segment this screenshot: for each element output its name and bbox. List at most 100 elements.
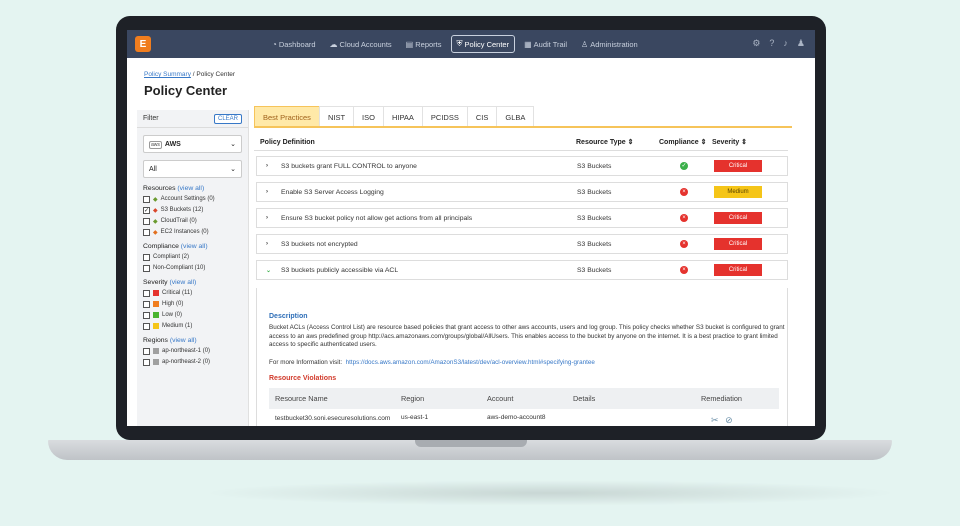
view-all-link[interactable]: (view all) [169, 279, 196, 286]
filter-option[interactable]: Low (0) [143, 311, 248, 319]
scope-select-value: All [149, 165, 157, 173]
breadcrumb-current: / Policy Center [190, 71, 236, 78]
view-all-link[interactable]: (view all) [170, 337, 197, 344]
filter-option[interactable]: ◆ Account Settings (0) [143, 195, 248, 203]
filter-option[interactable]: ✓ ◆ S3 Buckets (12) [143, 206, 248, 214]
more-info-link[interactable]: https://docs.aws.amazon.com/AmazonS3/lat… [346, 359, 595, 366]
x-circle-icon: × [680, 188, 688, 196]
tab-glba[interactable]: GLBA [496, 106, 535, 127]
filter-option[interactable]: ap-northeast-2 (0) [143, 358, 248, 366]
tab-pcidss[interactable]: PCIDSS [421, 106, 468, 127]
checkbox[interactable] [143, 300, 150, 308]
policy-row[interactable]: › Ensure S3 bucket policy not allow get a… [256, 208, 788, 228]
filter-option[interactable]: ap-northeast-1 (0) [143, 347, 248, 355]
nav-icon: ▤ [405, 39, 414, 49]
filter-option-label: Non-Compliant (10) [153, 265, 206, 271]
tab-iso[interactable]: ISO [353, 106, 384, 127]
nav-policy-center[interactable]: ⛨ Policy Center [450, 35, 516, 53]
table-header: Policy Definition Resource Type ⇕ Compli… [254, 134, 788, 151]
filter-label: Filter [143, 115, 159, 122]
view-all-link[interactable]: (view all) [181, 243, 208, 250]
filter-option[interactable]: High (0) [143, 300, 248, 308]
checkbox[interactable] [143, 358, 150, 366]
checkbox[interactable] [143, 289, 150, 297]
view-all-link[interactable]: (view all) [177, 185, 204, 192]
nav-audit-trail[interactable]: ▦ Audit Trail [519, 37, 572, 52]
checkbox[interactable] [143, 253, 150, 261]
nav-icon: ◔ [272, 39, 277, 49]
chevron-right-icon[interactable]: › [266, 163, 268, 169]
nav-icon: ☁ [329, 39, 338, 49]
checkbox[interactable] [143, 195, 150, 203]
nav-reports[interactable]: ▤ Reports [401, 37, 447, 52]
policy-row[interactable]: › S3 buckets grant FULL CONTROL to anyone… [256, 156, 788, 176]
nav-cloud-accounts[interactable]: ☁ Cloud Accounts [325, 37, 397, 52]
clear-button[interactable]: CLEAR [213, 113, 242, 124]
suppress-icon[interactable]: ⊘ [725, 415, 733, 425]
app-logo[interactable]: E [135, 36, 151, 52]
scope-select[interactable]: All ⌄ [143, 160, 242, 178]
checkbox[interactable] [143, 217, 150, 225]
checkbox[interactable] [143, 322, 150, 330]
cloud-select[interactable]: aws AWS ⌄ [143, 135, 242, 153]
tab-nist[interactable]: NIST [318, 106, 355, 127]
filter-option-label: Compliant (2) [153, 254, 190, 260]
breadcrumb: Policy Summary / Policy Center [144, 71, 235, 78]
filter-option[interactable]: Critical (11) [143, 289, 248, 297]
severity-badge: Critical [714, 212, 762, 224]
policy-row[interactable]: › S3 buckets not encrypted S3 Buckets × Crit… [256, 234, 788, 254]
tab-best-practices[interactable]: Best Practices [254, 106, 320, 127]
vh-account: Account [487, 394, 514, 403]
s3-icon: ◆ [153, 207, 158, 214]
header-compliance[interactable]: Compliance ⇕ [659, 138, 707, 146]
filter-option[interactable]: Non-Compliant (10) [143, 264, 248, 272]
checkbox[interactable] [143, 264, 150, 272]
resource-type: S3 Buckets [577, 241, 612, 248]
user-icon[interactable]: ♟ [797, 38, 805, 49]
color-swatch [153, 359, 159, 365]
severity-badge: Critical [714, 238, 762, 250]
header-resource-type[interactable]: Resource Type ⇕ [576, 138, 633, 146]
tab-hipaa[interactable]: HIPAA [382, 106, 423, 127]
chevron-down-icon[interactable]: ⌄ [266, 267, 271, 274]
filter-option[interactable]: Compliant (2) [143, 253, 248, 261]
checkbox[interactable]: ✓ [143, 206, 150, 214]
laptop-shadow [200, 480, 900, 506]
policy-row[interactable]: › Enable S3 Server Access Logging S3 Bucke… [256, 182, 788, 202]
nav-administration[interactable]: ♙ Administration [576, 37, 643, 52]
description-body: Bucket ACLs (Access Control List) are re… [269, 324, 785, 349]
nav-label: Cloud Accounts [339, 39, 392, 49]
tools-icon[interactable]: ✂ [711, 415, 719, 425]
tab-cis[interactable]: CIS [466, 106, 498, 127]
filter-option[interactable]: ◆ EC2 Instances (0) [143, 228, 248, 236]
checkbox[interactable] [143, 311, 150, 319]
expanded-policy-detail: Description Bucket ACLs (Access Control … [256, 288, 788, 426]
severity-badge: Medium [714, 186, 762, 198]
filter-option-label: S3 Buckets (12) [160, 207, 204, 213]
checkbox[interactable] [143, 228, 150, 236]
bell-icon[interactable]: ♪ [783, 38, 788, 49]
nav-label: Reports [415, 39, 442, 49]
breadcrumb-link[interactable]: Policy Summary [144, 71, 191, 78]
nav-dashboard[interactable]: ◔ Dashboard [267, 37, 321, 52]
header-policy-definition: Policy Definition [260, 138, 315, 146]
chevron-down-icon: ⌄ [230, 141, 236, 148]
color-swatch [153, 290, 159, 296]
checkbox[interactable] [143, 347, 150, 355]
filter-header: Filter CLEAR [137, 110, 248, 128]
chevron-right-icon[interactable]: › [266, 189, 268, 195]
settings-icon[interactable]: ⚙ [752, 38, 760, 49]
filter-option[interactable]: Medium (1) [143, 322, 248, 330]
filter-section-title: Regions (view all) [143, 337, 248, 344]
nav-icon: ⛨ [456, 39, 463, 48]
chevron-right-icon[interactable]: › [266, 241, 268, 247]
filter-option-label: Account Settings (0) [160, 196, 215, 202]
chevron-right-icon[interactable]: › [266, 215, 268, 221]
x-circle-icon: × [680, 266, 688, 274]
filter-option[interactable]: ◆ CloudTrail (0) [143, 217, 248, 225]
help-icon[interactable]: ? [769, 38, 774, 49]
filter-section-label: Severity [143, 279, 168, 286]
policy-row[interactable]: ⌄ S3 buckets publicly accessible via ACL S… [256, 260, 788, 280]
filter-option-label: Critical (11) [162, 290, 193, 296]
header-severity[interactable]: Severity ⇕ [712, 138, 747, 146]
